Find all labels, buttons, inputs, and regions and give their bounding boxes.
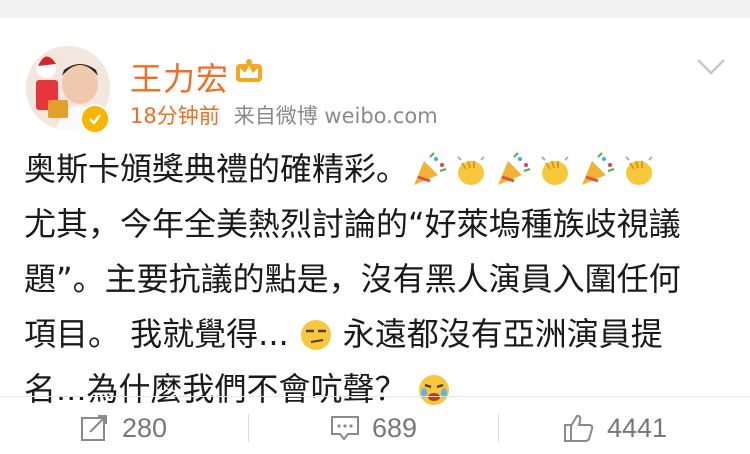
comment-button[interactable]: 689 bbox=[330, 404, 417, 452]
content-line-4: 項目。 我就覺得... 永遠都沒有亞洲演員提 bbox=[24, 315, 663, 353]
repost-button[interactable]: 280 bbox=[80, 404, 167, 452]
like-count: 4441 bbox=[607, 412, 668, 443]
repost-count: 280 bbox=[122, 412, 168, 443]
crying-face-icon bbox=[418, 374, 449, 405]
comment-icon bbox=[331, 416, 359, 441]
content-line-3: 題”。主要抗議的點是，沒有黑人演員入圍任何 bbox=[24, 260, 681, 298]
verified-icon bbox=[80, 104, 110, 134]
content-line-2: 尤其，今年全美熱烈討論的“好萊塢種族歧視議 bbox=[24, 205, 681, 243]
author-name[interactable]: 王力宏 bbox=[130, 54, 229, 100]
action-bar-divider bbox=[0, 396, 750, 397]
party-popper-icon bbox=[414, 151, 447, 185]
post-meta: 18分钟前 来自微博 weibo.com bbox=[130, 100, 438, 130]
comment-count: 689 bbox=[372, 412, 418, 443]
post-content: 奥斯卡頒獎典禮的確精彩。 尤其，今年全美熱烈討論的“好萊塢種族歧視議 題”。主要… bbox=[24, 142, 724, 417]
like-icon bbox=[564, 414, 594, 442]
party-popper-icon bbox=[582, 151, 615, 185]
chevron-down-icon[interactable] bbox=[696, 58, 726, 76]
clapping-hands-icon bbox=[541, 155, 569, 185]
smirk-face-icon bbox=[300, 319, 331, 350]
repost-icon bbox=[81, 415, 107, 441]
action-separator bbox=[248, 414, 249, 442]
like-button[interactable]: 4441 bbox=[563, 404, 667, 452]
party-popper-icon bbox=[498, 151, 531, 185]
clapping-hands-icon bbox=[457, 155, 485, 185]
content-line-1: 奥斯卡頒獎典禮的確精彩。 bbox=[24, 142, 724, 197]
weibo-post-card: 王力宏 18分钟前 来自微博 weibo.com 奥斯卡頒獎典禮的確精彩。 尤其… bbox=[0, 18, 750, 454]
post-source[interactable]: 来自微博 weibo.com bbox=[234, 104, 438, 128]
action-separator bbox=[498, 414, 499, 442]
clapping-hands-icon bbox=[625, 155, 653, 185]
crown-icon bbox=[236, 59, 262, 82]
post-time: 18分钟前 bbox=[130, 104, 220, 128]
